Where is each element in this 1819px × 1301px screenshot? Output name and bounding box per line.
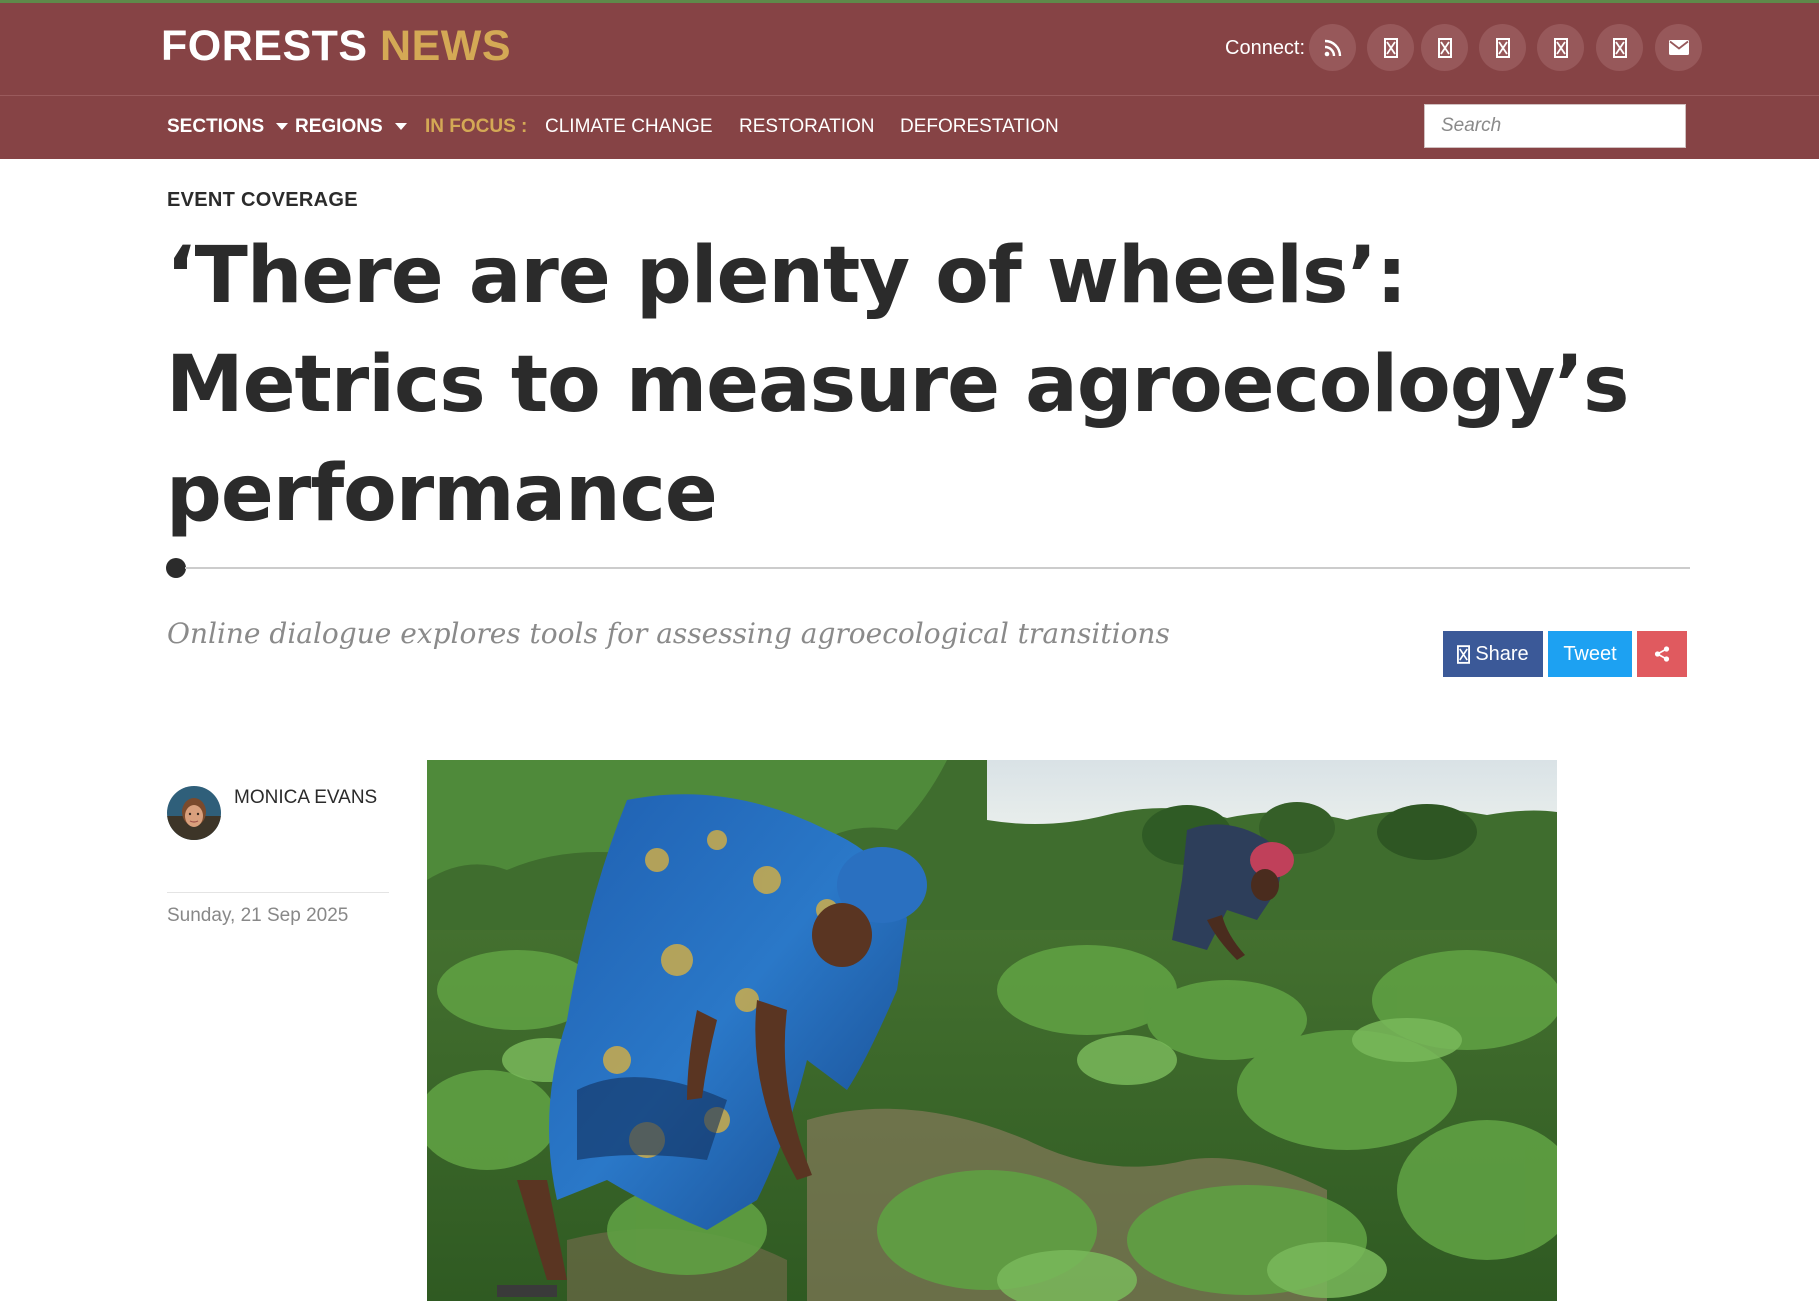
rss-icon[interactable] <box>1309 24 1356 71</box>
email-icon[interactable] <box>1655 24 1702 71</box>
logo-word-forests: FORESTS <box>161 22 368 70</box>
divider-dot <box>166 558 186 578</box>
nav-sections-label: SECTIONS <box>167 116 265 137</box>
article-title: ‘There are plenty of wheels’: Metrics to… <box>166 231 1629 539</box>
nav-regions-dropdown[interactable]: REGIONS <box>295 116 407 138</box>
chevron-down-icon <box>276 123 289 131</box>
sidebar-divider <box>167 892 389 893</box>
social-icon[interactable] <box>1479 24 1526 71</box>
site-header: FORESTS NEWS Connect: <box>0 3 1819 96</box>
nav-link-climate-change[interactable]: CLIMATE CHANGE <box>545 116 713 138</box>
author-name[interactable]: MONICA EVANS <box>234 787 377 809</box>
share-icon <box>1654 646 1670 662</box>
social-icon[interactable] <box>1367 24 1414 71</box>
divider-line <box>185 567 1690 569</box>
author-avatar[interactable] <box>167 786 221 840</box>
social-icon[interactable] <box>1421 24 1468 71</box>
tweet-button[interactable]: Tweet <box>1548 631 1632 677</box>
logo-word-news: NEWS <box>380 22 512 70</box>
in-focus-label: IN FOCUS : <box>425 116 528 137</box>
share-button-label: Share <box>1475 642 1529 665</box>
article-subtitle: Online dialogue explores tools for asses… <box>167 617 1170 650</box>
site-logo[interactable]: FORESTS NEWS <box>161 20 511 72</box>
article-category[interactable]: EVENT COVERAGE <box>167 189 358 212</box>
search-input[interactable] <box>1424 104 1686 148</box>
social-icon[interactable] <box>1596 24 1643 71</box>
nav-regions-label: REGIONS <box>295 116 383 137</box>
more-share-button[interactable] <box>1637 631 1687 677</box>
publish-date: Sunday, 21 Sep 2025 <box>167 905 349 926</box>
nav-link-deforestation[interactable]: DEFORESTATION <box>900 116 1059 138</box>
nav-sections-dropdown[interactable]: SECTIONS <box>167 116 289 138</box>
nav-link-restoration[interactable]: RESTORATION <box>739 116 874 138</box>
connect-label: Connect: <box>1225 37 1306 59</box>
chevron-down-icon <box>394 123 407 131</box>
social-icon[interactable] <box>1537 24 1584 71</box>
social-icon <box>1457 644 1471 664</box>
facebook-share-button[interactable]: Share <box>1443 631 1543 677</box>
hero-image <box>427 760 1557 1301</box>
tweet-button-label: Tweet <box>1563 642 1617 665</box>
